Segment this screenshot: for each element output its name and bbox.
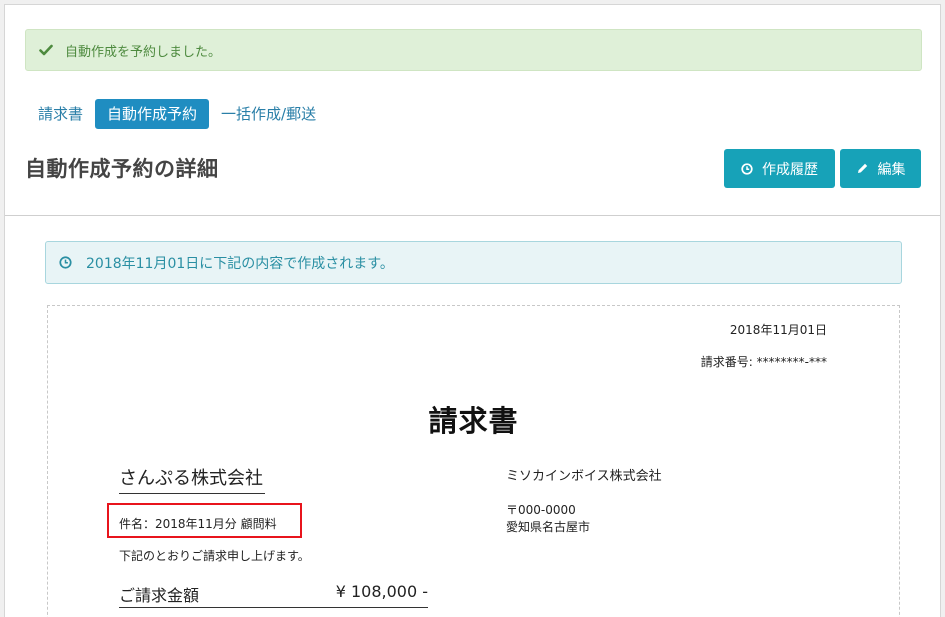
amount-value: ¥ 108,000 - — [335, 582, 428, 601]
schedule-info-alert: 2018年11月01日に下記の内容で作成されます。 — [45, 241, 902, 284]
tab-scheduled-creation[interactable]: 自動作成予約 — [95, 99, 210, 129]
invoice-preview: 2018年11月01日 請求番号: ********-*** 請求書 さんぷる株… — [47, 305, 900, 617]
page-title: 自動作成予約の詳細 — [25, 157, 219, 181]
invoice-number-value: ********-*** — [756, 355, 827, 369]
client-name: さんぷる株式会社 — [119, 464, 265, 494]
sender-name: ミソカインボイス株式会社 — [506, 469, 662, 484]
invoice-number-label: 請求番号: — [700, 355, 753, 369]
amount-label: ご請求金額 — [119, 586, 200, 605]
clock-icon — [59, 256, 72, 269]
tab-bar: 請求書 自動作成予約 一括作成/郵送 — [25, 99, 328, 129]
clock-icon — [741, 162, 753, 175]
success-message: 自動作成を予約しました。 — [65, 44, 222, 60]
creation-history-label: 作成履歴 — [762, 161, 818, 178]
invoice-title: 請求書 — [428, 404, 519, 438]
section-divider — [5, 215, 940, 216]
invoice-number: 請求番号: ********-*** — [701, 353, 827, 370]
invoice-greeting: 下記のとおりご請求申し上げます。 — [119, 549, 310, 563]
page-frame: 自動作成を予約しました。 請求書 自動作成予約 一括作成/郵送 自動作成予約の詳… — [4, 4, 941, 617]
edit-button[interactable]: 編集 — [840, 149, 921, 188]
schedule-info-message: 2018年11月01日に下記の内容で作成されます。 — [86, 255, 394, 272]
invoice-date: 2018年11月01日 — [729, 323, 827, 337]
tab-bulk-create-mail[interactable]: 一括作成/郵送 — [209, 99, 328, 129]
sender-zip: 〒000-0000 — [506, 503, 576, 517]
edit-label: 編集 — [877, 161, 906, 178]
tab-invoice[interactable]: 請求書 — [25, 99, 95, 129]
creation-history-button[interactable]: 作成履歴 — [724, 149, 835, 188]
invoice-subject: 件名：2018年11月分 顧問料 — [119, 517, 277, 531]
sender-address: 愛知県名古屋市 — [506, 520, 591, 534]
pencil-icon — [857, 163, 867, 173]
success-alert: 自動作成を予約しました。 — [25, 29, 922, 71]
check-icon — [39, 43, 53, 57]
invoice-amount-row: ご請求金額 ¥ 108,000 - — [119, 582, 428, 608]
